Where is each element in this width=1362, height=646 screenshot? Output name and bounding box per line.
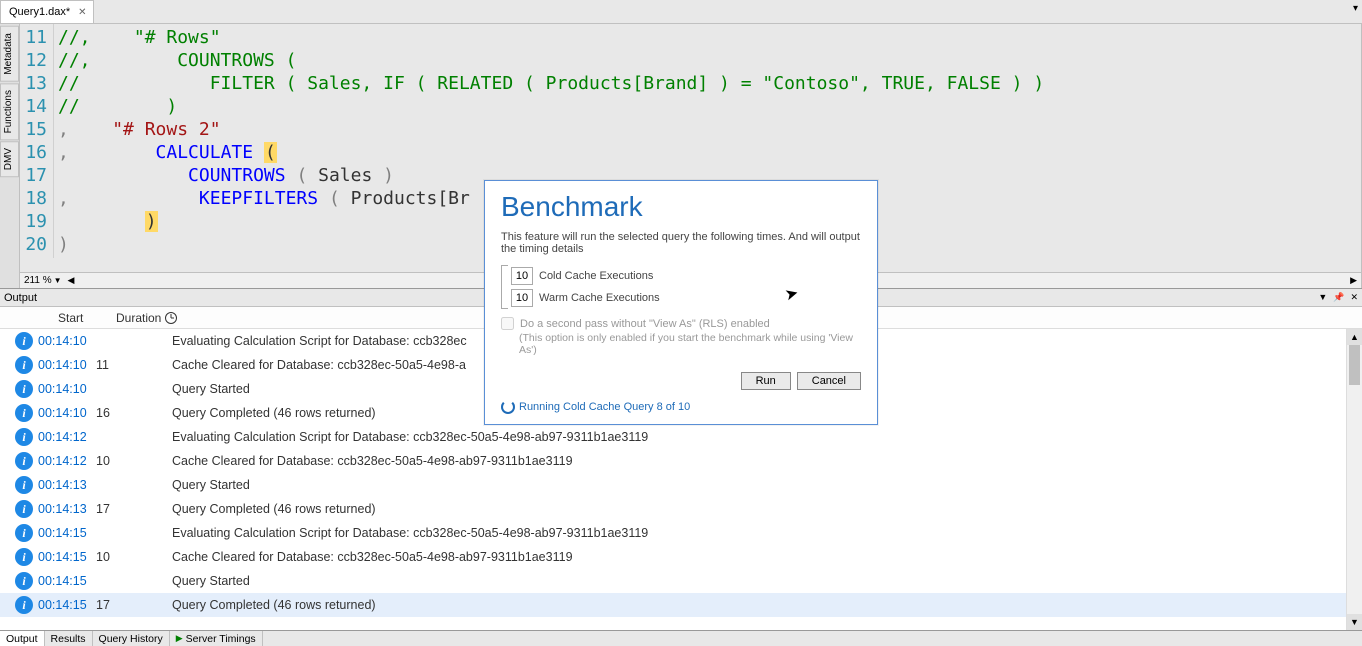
hscroll-right-icon[interactable]: ▶	[1350, 275, 1357, 286]
panel-pin-icon[interactable]: 📌	[1331, 292, 1346, 303]
document-tab-bar: Query1.dax* ✕ ▾	[0, 0, 1362, 24]
info-icon: i	[15, 428, 33, 446]
info-icon: i	[15, 500, 33, 518]
row-duration: 10	[94, 550, 172, 564]
output-row[interactable]: i00:14:1510Cache Cleared for Database: c…	[0, 545, 1362, 569]
panel-close-icon[interactable]: ✕	[1348, 292, 1360, 303]
info-icon: i	[15, 596, 33, 614]
row-message: Query Started	[172, 574, 1362, 588]
row-start: 00:14:15	[34, 574, 94, 588]
second-pass-label: Do a second pass without "View As" (RLS)…	[520, 318, 770, 330]
row-message: Evaluating Calculation Script for Databa…	[172, 526, 1362, 540]
side-tab-functions[interactable]: Functions	[0, 83, 19, 140]
info-icon: i	[15, 524, 33, 542]
column-header-duration[interactable]: Duration	[116, 311, 196, 325]
info-icon: i	[15, 572, 33, 590]
cold-cache-input[interactable]	[511, 267, 533, 285]
document-tab-title: Query1.dax*	[9, 6, 70, 18]
row-duration: 17	[94, 598, 172, 612]
info-icon: i	[15, 548, 33, 566]
vertical-scrollbar[interactable]: ▲ ▼	[1346, 329, 1362, 630]
cancel-button[interactable]: Cancel	[797, 372, 861, 390]
row-start: 00:14:15	[34, 598, 94, 612]
row-message: Cache Cleared for Database: ccb328ec-50a…	[172, 550, 1362, 564]
info-icon: i	[15, 452, 33, 470]
dialog-description: This feature will run the selected query…	[501, 231, 861, 255]
info-icon: i	[15, 380, 33, 398]
scroll-thumb[interactable]	[1349, 345, 1360, 385]
second-pass-note: (This option is only enabled if you star…	[519, 332, 861, 356]
row-duration: 17	[94, 502, 172, 516]
bottom-tab-strip: OutputResultsQuery History▶Server Timing…	[0, 630, 1362, 646]
output-row[interactable]: i00:14:1317Query Completed (46 rows retu…	[0, 497, 1362, 521]
dialog-status-text: Running Cold Cache Query 8 of 10	[519, 401, 690, 413]
row-start: 00:14:12	[34, 430, 94, 444]
row-start: 00:14:10	[34, 358, 94, 372]
zoom-dropdown-icon[interactable]: ▼	[54, 276, 62, 285]
bottom-tab-query-history[interactable]: Query History	[93, 631, 170, 646]
run-button[interactable]: Run	[741, 372, 791, 390]
document-tab[interactable]: Query1.dax* ✕	[0, 0, 94, 23]
info-icon: i	[15, 356, 33, 374]
row-duration: 11	[94, 358, 172, 372]
row-start: 00:14:10	[34, 334, 94, 348]
warm-cache-label: Warm Cache Executions	[539, 292, 660, 304]
output-row[interactable]: i00:14:15 Evaluating Calculation Script f…	[0, 521, 1362, 545]
dialog-status-bar: Running Cold Cache Query 8 of 10	[485, 398, 877, 424]
benchmark-dialog: Benchmark This feature will run the sele…	[484, 180, 878, 425]
info-icon: i	[15, 404, 33, 422]
scroll-up-icon[interactable]: ▲	[1347, 329, 1362, 345]
scroll-down-icon[interactable]: ▼	[1347, 614, 1362, 630]
row-message: Query Started	[172, 478, 1362, 492]
dialog-title: Benchmark	[485, 181, 877, 227]
output-panel-title: Output	[4, 292, 37, 304]
side-tab-metadata[interactable]: Metadata	[0, 26, 19, 82]
warm-cache-input[interactable]	[511, 289, 533, 307]
bracket-decoration	[501, 265, 507, 309]
row-start: 00:14:12	[34, 454, 94, 468]
row-message: Query Completed (46 rows returned)	[172, 598, 1362, 612]
hscroll-left-icon[interactable]: ◀	[68, 275, 75, 286]
bottom-tab-server-timings[interactable]: ▶Server Timings	[170, 631, 263, 646]
cold-cache-label: Cold Cache Executions	[539, 270, 653, 282]
output-row[interactable]: i00:14:13 Query Started	[0, 473, 1362, 497]
row-message: Evaluating Calculation Script for Databa…	[172, 430, 1362, 444]
tab-bar-overflow-icon[interactable]: ▾	[1353, 3, 1358, 14]
spinner-icon	[501, 400, 515, 414]
column-header-start[interactable]: Start	[58, 311, 116, 325]
row-start: 00:14:10	[34, 382, 94, 396]
output-row[interactable]: i00:14:1517Query Completed (46 rows retu…	[0, 593, 1362, 617]
output-row[interactable]: i00:14:15 Query Started	[0, 569, 1362, 593]
clock-icon	[165, 312, 177, 324]
side-tab-strip: Metadata Functions DMV	[0, 24, 20, 288]
row-start: 00:14:15	[34, 526, 94, 540]
bottom-tab-output[interactable]: Output	[0, 631, 45, 646]
info-icon: i	[15, 476, 33, 494]
second-pass-checkbox	[501, 317, 514, 330]
output-row[interactable]: i00:14:12 Evaluating Calculation Script f…	[0, 425, 1362, 449]
zoom-level[interactable]: 211 %	[24, 275, 52, 286]
row-start: 00:14:13	[34, 478, 94, 492]
info-icon: i	[15, 332, 33, 350]
panel-dropdown-icon[interactable]: ▼	[1316, 292, 1329, 303]
output-row[interactable]: i00:14:1210Cache Cleared for Database: c…	[0, 449, 1362, 473]
bottom-tab-results[interactable]: Results	[45, 631, 93, 646]
play-icon: ▶	[176, 633, 183, 644]
row-message: Cache Cleared for Database: ccb328ec-50a…	[172, 454, 1362, 468]
row-start: 00:14:10	[34, 406, 94, 420]
editor-gutter: 11121314151617181920	[20, 24, 54, 258]
row-message: Query Completed (46 rows returned)	[172, 502, 1362, 516]
row-start: 00:14:13	[34, 502, 94, 516]
row-duration: 10	[94, 454, 172, 468]
side-tab-dmv[interactable]: DMV	[0, 141, 19, 177]
row-duration: 16	[94, 406, 172, 420]
row-start: 00:14:15	[34, 550, 94, 564]
close-icon[interactable]: ✕	[76, 7, 88, 18]
